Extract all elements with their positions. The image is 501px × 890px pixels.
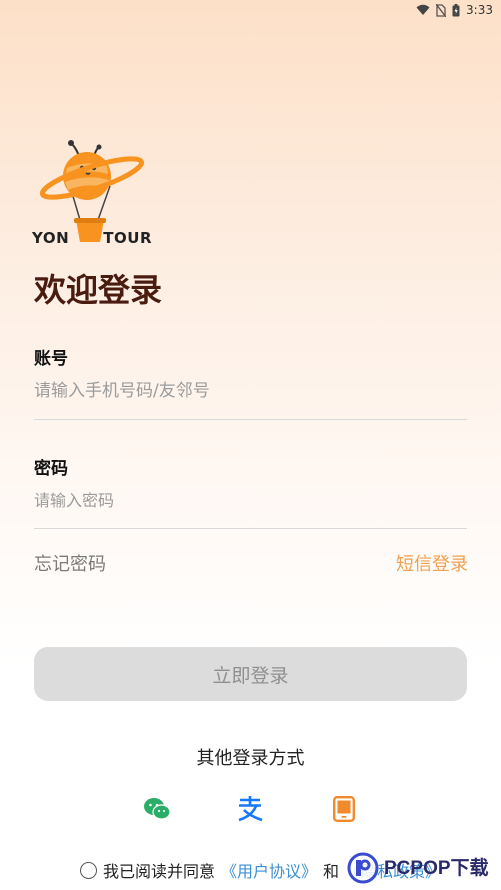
agreement-radio[interactable] — [80, 861, 97, 879]
logo-text-left: YON — [32, 229, 70, 247]
account-underline — [34, 419, 467, 420]
status-time: 3:33 — [466, 3, 493, 17]
forgot-password-link[interactable]: 忘记密码 — [34, 550, 106, 576]
password-input[interactable] — [34, 488, 467, 512]
user-agreement-link[interactable]: 《用户协议》 — [221, 858, 317, 882]
watermark-text: PCPOP下载 — [384, 858, 489, 879]
account-input[interactable] — [34, 378, 467, 404]
welcome-title: 欢迎登录 — [34, 271, 163, 309]
password-label: 密码 — [34, 459, 68, 479]
phone-login-button[interactable] — [329, 794, 359, 824]
battery-icon — [452, 3, 460, 16]
alipay-login-button[interactable] — [235, 794, 265, 824]
alipay-icon — [238, 796, 263, 822]
logo-text: YON TOUR — [32, 229, 152, 247]
wifi-icon — [416, 4, 430, 15]
agreement-prefix: 我已阅读并同意 — [103, 862, 216, 881]
phone-icon — [333, 796, 355, 822]
logo-text-right: TOUR — [103, 229, 152, 247]
status-icons: 3:33 — [416, 3, 493, 17]
other-login-title: 其他登录方式 — [196, 748, 305, 769]
account-label: 账号 — [34, 349, 68, 369]
wechat-login-button[interactable] — [142, 794, 172, 824]
sms-login-link[interactable]: 短信登录 — [396, 550, 468, 576]
status-bar: 3:33 — [0, 0, 501, 20]
login-button[interactable]: 立即登录 — [34, 647, 467, 701]
agreement-and: 和 — [323, 862, 340, 881]
wechat-icon — [144, 798, 171, 820]
password-underline — [34, 528, 467, 529]
no-sim-icon — [436, 3, 447, 17]
